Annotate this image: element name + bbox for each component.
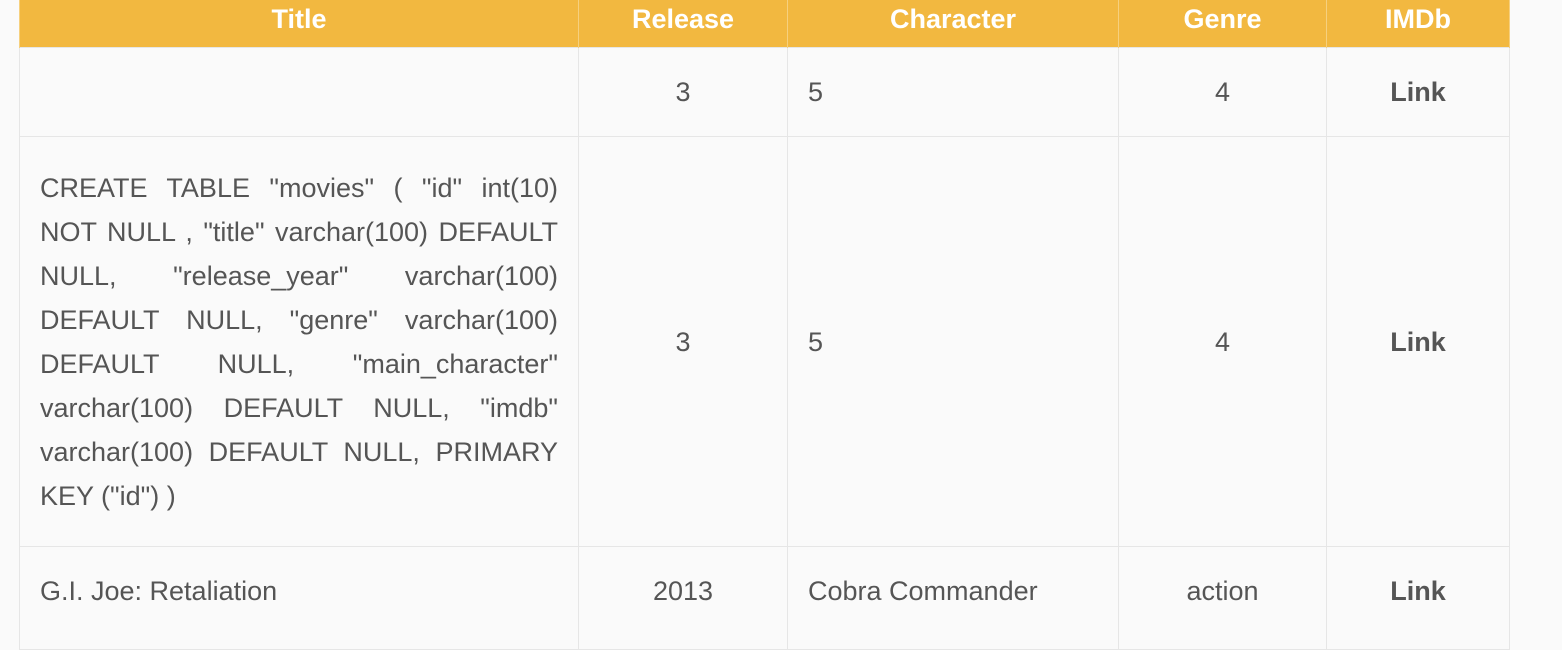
cell-title: [19, 47, 579, 137]
imdb-link[interactable]: Link: [1390, 576, 1446, 606]
movies-table-container: Title Release Character Genre IMDb 3 5 4…: [19, 0, 1510, 650]
header-release[interactable]: Release: [578, 0, 788, 48]
cell-imdb: Link: [1326, 47, 1510, 137]
table-row: 3 5 4 Link: [19, 47, 1510, 137]
imdb-link[interactable]: Link: [1390, 327, 1446, 357]
header-imdb[interactable]: IMDb: [1326, 0, 1510, 48]
cell-genre: 4: [1118, 47, 1327, 137]
cell-genre: action: [1118, 546, 1327, 650]
cell-imdb: Link: [1326, 136, 1510, 547]
cell-character: 5: [787, 136, 1119, 547]
cell-imdb: Link: [1326, 546, 1510, 650]
table-body: 3 5 4 Link CREATE TABLE "movies" ( "id" …: [19, 47, 1510, 650]
header-row: Title Release Character Genre IMDb: [19, 0, 1510, 48]
header-genre[interactable]: Genre: [1118, 0, 1327, 48]
table-header: Title Release Character Genre IMDb: [19, 0, 1510, 48]
cell-title: G.I. Joe: Retaliation: [19, 546, 579, 650]
cell-title: CREATE TABLE "movies" ( "id" int(10) NOT…: [19, 136, 579, 547]
cell-release: 3: [578, 136, 788, 547]
cell-genre: 4: [1118, 136, 1327, 547]
header-character[interactable]: Character: [787, 0, 1119, 48]
header-title[interactable]: Title: [19, 0, 579, 48]
table-row: CREATE TABLE "movies" ( "id" int(10) NOT…: [19, 136, 1510, 547]
cell-character: Cobra Commander: [787, 546, 1119, 650]
movies-table: Title Release Character Genre IMDb 3 5 4…: [19, 0, 1510, 650]
cell-release: 3: [578, 47, 788, 137]
imdb-link[interactable]: Link: [1390, 77, 1446, 107]
table-row: G.I. Joe: Retaliation 2013 Cobra Command…: [19, 546, 1510, 650]
cell-release: 2013: [578, 546, 788, 650]
cell-character: 5: [787, 47, 1119, 137]
